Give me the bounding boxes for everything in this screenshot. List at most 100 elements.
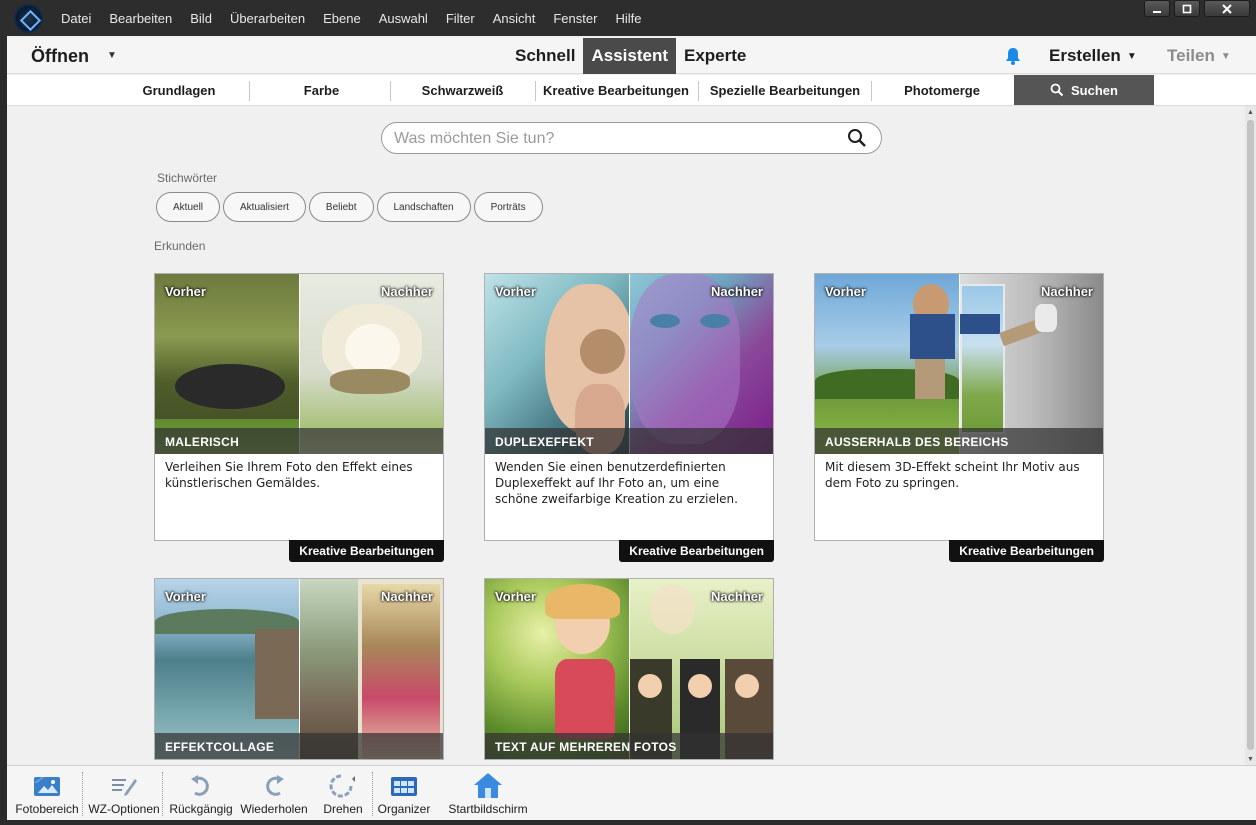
search-icon[interactable] xyxy=(847,128,867,148)
photo-bin-button[interactable]: Fotobereich xyxy=(13,772,81,820)
chip-aktuell[interactable]: Aktuell xyxy=(156,192,221,222)
main-window: Öffnen ▼ Schnell Assistent Experte Erste… xyxy=(7,36,1256,820)
guided-card-text-auf-mehreren-fotos[interactable]: Vorher Nachher TEXT AUF MEHREREN FOTOS xyxy=(484,578,774,760)
redo-label: Wiederholen xyxy=(240,802,308,816)
after-image xyxy=(959,274,1103,454)
minimize-button[interactable] xyxy=(1144,0,1170,17)
home-screen-button[interactable]: Startbildschirm xyxy=(445,772,531,820)
tab-separator xyxy=(249,81,250,101)
toolbar-separator xyxy=(82,772,83,816)
scroll-up-icon[interactable]: ▲ xyxy=(1246,108,1255,117)
menu-hilfe[interactable]: Hilfe xyxy=(606,11,650,26)
menu-auswahl[interactable]: Auswahl xyxy=(370,11,437,26)
before-image xyxy=(485,274,635,454)
tab-schwarzweiss[interactable]: Schwarzweiß xyxy=(400,75,525,105)
menu-ansicht[interactable]: Ansicht xyxy=(484,11,545,26)
undo-button[interactable]: Rückgängig xyxy=(167,772,235,820)
before-image xyxy=(155,274,299,454)
photo-bin-label: Fotobereich xyxy=(15,802,79,816)
mode-guided[interactable]: Assistent xyxy=(583,38,676,74)
after-label: Nachher xyxy=(380,284,433,299)
after-label: Nachher xyxy=(380,589,433,604)
card-preview-image: Vorher Nachher TEXT AUF MEHREREN FOTOS xyxy=(485,579,773,759)
search-input[interactable] xyxy=(394,128,834,150)
explore-label: Erkunden xyxy=(154,239,206,253)
home-icon xyxy=(473,772,503,800)
after-image xyxy=(299,579,443,759)
guided-card-ausserhalb-des-bereichs[interactable]: Vorher Nachher AUSSERHALB DES BEREICHS M… xyxy=(814,273,1104,562)
card-title: AUSSERHALB DES BEREICHS xyxy=(815,428,1103,454)
notification-bell-icon[interactable] xyxy=(1003,46,1023,66)
rotate-button[interactable]: Drehen xyxy=(315,772,371,820)
before-label: Vorher xyxy=(165,589,206,604)
maximize-button[interactable] xyxy=(1174,0,1200,17)
vertical-scrollbar[interactable]: ▲ ▼ xyxy=(1245,106,1256,766)
guided-content: Stichwörter Aktuell Aktualisiert Beliebt… xyxy=(7,106,1245,766)
chip-portraets[interactable]: Porträts xyxy=(473,192,543,222)
menu-items: Datei Bearbeiten Bild Überarbeiten Ebene… xyxy=(52,0,650,36)
open-dropdown-icon[interactable]: ▼ xyxy=(107,50,117,61)
card-title: MALERISCH xyxy=(155,428,443,454)
tool-options-button[interactable]: WZ-Optionen xyxy=(87,772,161,820)
tab-separator xyxy=(390,81,391,101)
menu-ueberarbeiten[interactable]: Überarbeiten xyxy=(221,11,314,26)
tab-kreative-bearbeitungen[interactable]: Kreative Bearbeitungen xyxy=(541,75,691,105)
card-title: TEXT AUF MEHREREN FOTOS xyxy=(485,733,773,759)
card-category-badge: Kreative Bearbeitungen xyxy=(289,540,444,562)
after-label: Nachher xyxy=(1040,284,1093,299)
card-preview-image: Vorher Nachher MALERISCH xyxy=(155,274,443,454)
scroll-thumb[interactable] xyxy=(1247,120,1254,750)
menu-bearbeiten[interactable]: Bearbeiten xyxy=(100,11,181,26)
tab-farbe[interactable]: Farbe xyxy=(259,75,384,105)
share-menu[interactable]: Teilen ▼ xyxy=(1167,46,1231,66)
tab-suchen[interactable]: Suchen xyxy=(1014,75,1154,105)
mode-expert[interactable]: Experte xyxy=(676,38,754,74)
before-label: Vorher xyxy=(495,284,536,299)
scroll-down-icon[interactable]: ▼ xyxy=(1246,755,1255,764)
menu-fenster[interactable]: Fenster xyxy=(544,11,606,26)
chip-beliebt[interactable]: Beliebt xyxy=(308,192,374,222)
menu-ebene[interactable]: Ebene xyxy=(314,11,370,26)
chevron-down-icon: ▼ xyxy=(1220,51,1231,63)
bottom-toolbar: Fotobereich WZ-Optionen Rückgängig Wiede… xyxy=(7,765,1256,820)
toolbar-separator xyxy=(162,772,163,816)
guided-card-malerisch[interactable]: Vorher Nachher MALERISCH Verleihen Sie I… xyxy=(154,273,444,562)
search-icon xyxy=(1050,83,1064,97)
keyword-chips: Aktuell Aktualisiert Beliebt Landschafte… xyxy=(156,192,543,222)
before-image xyxy=(485,579,629,759)
category-tabs: Grundlagen Farbe Schwarzweiß Kreative Be… xyxy=(7,75,1256,106)
after-label: Nachher xyxy=(710,589,763,604)
tab-grundlagen[interactable]: Grundlagen xyxy=(119,75,239,105)
keywords-label: Stichwörter xyxy=(157,171,218,185)
create-menu[interactable]: Erstellen ▼ xyxy=(1049,46,1137,66)
menu-bild[interactable]: Bild xyxy=(181,11,221,26)
card-category-badge: Kreative Bearbeitungen xyxy=(619,540,774,562)
menu-bar: Datei Bearbeiten Bild Überarbeiten Ebene… xyxy=(0,0,1256,36)
tab-photomerge[interactable]: Photomerge xyxy=(879,75,1005,105)
card-category-badge: Kreative Bearbeitungen xyxy=(949,540,1104,562)
menu-datei[interactable]: Datei xyxy=(52,11,100,26)
tab-separator xyxy=(535,81,536,101)
tool-options-icon xyxy=(109,772,139,800)
before-label: Vorher xyxy=(825,284,866,299)
open-button[interactable]: Öffnen xyxy=(31,46,89,67)
mode-quick[interactable]: Schnell xyxy=(507,38,583,74)
create-label: Erstellen xyxy=(1049,46,1121,65)
photo-bin-icon xyxy=(32,772,62,800)
redo-button[interactable]: Wiederholen xyxy=(237,772,311,820)
tab-spezielle-bearbeitungen[interactable]: Spezielle Bearbeitungen xyxy=(706,75,864,105)
rotate-icon xyxy=(328,772,358,800)
home-screen-label: Startbildschirm xyxy=(448,802,528,816)
chip-aktualisiert[interactable]: Aktualisiert xyxy=(223,192,306,222)
chip-landschaften[interactable]: Landschaften xyxy=(376,192,471,222)
menu-filter[interactable]: Filter xyxy=(437,11,484,26)
guided-card-effektcollage[interactable]: Vorher Nachher EFFEKTCOLLAGE xyxy=(154,578,444,760)
card-preview-image: Vorher Nachher DUPLEXEFFEKT xyxy=(485,274,773,454)
organizer-button[interactable]: Organizer xyxy=(375,772,433,820)
guided-card-duplexeffekt[interactable]: Vorher Nachher DUPLEXEFFEKT Wenden Sie e… xyxy=(484,273,774,562)
window-border xyxy=(0,820,1256,825)
card-description: Verleihen Sie Ihrem Foto den Effekt eine… xyxy=(165,460,413,490)
app-logo-icon[interactable] xyxy=(14,4,43,33)
close-button[interactable] xyxy=(1204,0,1250,17)
toolbar-separator xyxy=(372,772,373,816)
